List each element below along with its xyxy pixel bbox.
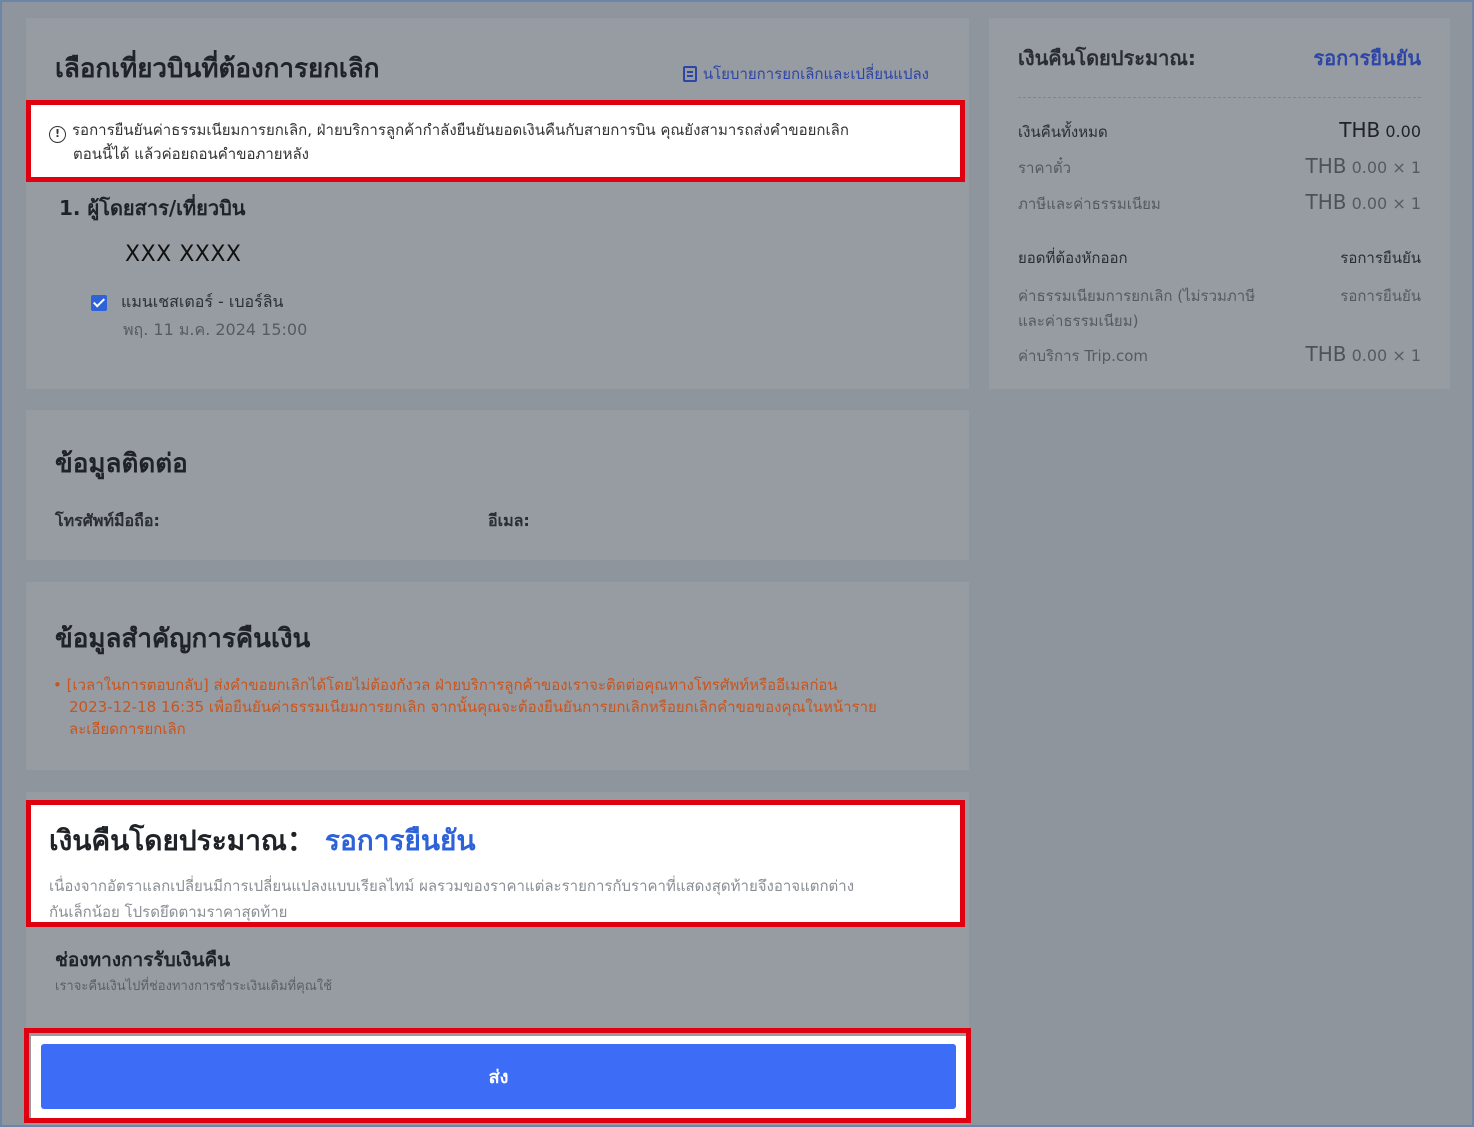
cancel-fee-label-line-1: ค่าธรรมเนียมการยกเลิก (ไม่รวมภาษี [1018, 287, 1256, 305]
policy-link-label: นโยบายการยกเลิกและเปลี่ยนแปลง [702, 65, 929, 83]
deduct-value: รอการยืนยัน [1340, 249, 1421, 267]
notice-highlight-box [26, 100, 965, 182]
select-flight-title: เลือกเที่ยวบินที่ต้องการยกเลิก [55, 54, 380, 84]
flight-row[interactable]: แมนเชสเตอร์ - เบอร์ลิน [91, 290, 283, 315]
summary-header: เงินคืนโดยประมาณ: รอการยืนยัน [1018, 18, 1421, 98]
deduct-label: ยอดที่ต้องหักออก [1018, 249, 1128, 267]
cancel-fee-label: ค่าธรรมเนียมการยกเลิก (ไม่รวมภาษี และค่า… [1018, 284, 1255, 334]
total-refund-value: THB 0.00 [1339, 118, 1421, 142]
phone-label: โทรศัพท์มือถือ: [55, 511, 160, 530]
service-fee-amount: 0.00 × 1 [1351, 346, 1421, 365]
cancel-fee-label-line-2: และค่าธรรมเนียม) [1018, 312, 1139, 330]
passenger-flight-section-label: 1. ผู้โดยสาร/เที่ยวบิน [59, 196, 246, 220]
refund-channel-title: ช่องทางการรับเงินคืน [55, 949, 231, 971]
refund-info-line-3: ละเอียดการยกเลิก [69, 720, 186, 738]
service-fee-value: THB 0.00 × 1 [1306, 342, 1421, 366]
submit-highlight-box [24, 1028, 971, 1123]
refund-info-text: • [เวลาในการตอบกลับ] ส่งคำขอยกเลิกได้โดย… [53, 674, 933, 740]
refund-info-line-2: 2023-12-18 16:35 เพื่อยืนยันค่าธรรมเนียม… [69, 698, 877, 716]
total-refund-label: เงินคืนทั้งหมด [1018, 123, 1108, 141]
document-icon [682, 66, 697, 82]
summary-fare-row: ราคาตั๋ว THB 0.00 × 1 [1018, 154, 1421, 180]
refund-info-card: ข้อมูลสำคัญการคืนเงิน • [เวลาในการตอบกลั… [26, 582, 969, 770]
total-currency: THB [1339, 118, 1381, 142]
fare-amount: 0.00 × 1 [1351, 158, 1421, 177]
refund-info-line-1: [เวลาในการตอบกลับ] ส่งคำขอยกเลิกได้โดยไม… [66, 676, 838, 694]
summary-cancel-fee-row: ค่าธรรมเนียมการยกเลิก (ไม่รวมภาษี และค่า… [1018, 284, 1421, 334]
service-fee-currency: THB [1305, 342, 1347, 366]
cancel-fee-value: รอการยืนยัน [1340, 287, 1421, 305]
summary-total-row: เงินคืนทั้งหมด THB 0.00 [1018, 118, 1421, 144]
refund-channel-subtitle: เราจะคืนเงินไปที่ช่องทางการชำระเงินเดิมท… [55, 979, 333, 994]
summary-tax-row: ภาษีและค่าธรรมเนียม THB 0.00 × 1 [1018, 190, 1421, 216]
select-flight-card: เลือกเที่ยวบินที่ต้องการยกเลิก นโยบายการ… [26, 18, 969, 389]
contact-title: ข้อมูลติดต่อ [55, 449, 188, 479]
email-label: อีเมล: [488, 511, 530, 530]
tax-currency: THB [1305, 190, 1347, 214]
refund-summary-card: เงินคืนโดยประมาณ: รอการยืนยัน เงินคืนทั้… [989, 18, 1450, 389]
flight-date: พฤ. 11 ม.ค. 2024 15:00 [123, 320, 308, 339]
total-amount: 0.00 [1385, 122, 1421, 141]
flight-route: แมนเชสเตอร์ - เบอร์ลิน [121, 292, 284, 311]
bullet-dot: • [53, 676, 62, 694]
passenger-name: XXX XXXX [125, 242, 242, 267]
tax-label: ภาษีและค่าธรรมเนียม [1018, 195, 1161, 213]
flight-checkbox[interactable] [91, 294, 107, 311]
refund-info-title: ข้อมูลสำคัญการคืนเงิน [55, 624, 311, 654]
contact-card: ข้อมูลติดต่อ โทรศัพท์มือถือ: อีเมล: [26, 410, 969, 560]
summary-deduct-row: ยอดที่ต้องหักออก รอการยืนยัน [1018, 246, 1421, 270]
estimate-highlight-box [26, 800, 965, 927]
fare-label: ราคาตั๋ว [1018, 159, 1072, 177]
tax-value: THB 0.00 × 1 [1306, 190, 1421, 214]
summary-service-fee-row: ค่าบริการ Trip.com THB 0.00 × 1 [1018, 342, 1421, 368]
cancellation-policy-link[interactable]: นโยบายการยกเลิกและเปลี่ยนแปลง [682, 62, 929, 86]
tax-amount: 0.00 × 1 [1351, 194, 1421, 213]
summary-title: เงินคืนโดยประมาณ: [1018, 45, 1196, 70]
fare-currency: THB [1305, 154, 1347, 178]
service-fee-label: ค่าบริการ Trip.com [1018, 347, 1148, 365]
fare-value: THB 0.00 × 1 [1306, 154, 1421, 178]
summary-status: รอการยืนยัน [1313, 45, 1421, 70]
